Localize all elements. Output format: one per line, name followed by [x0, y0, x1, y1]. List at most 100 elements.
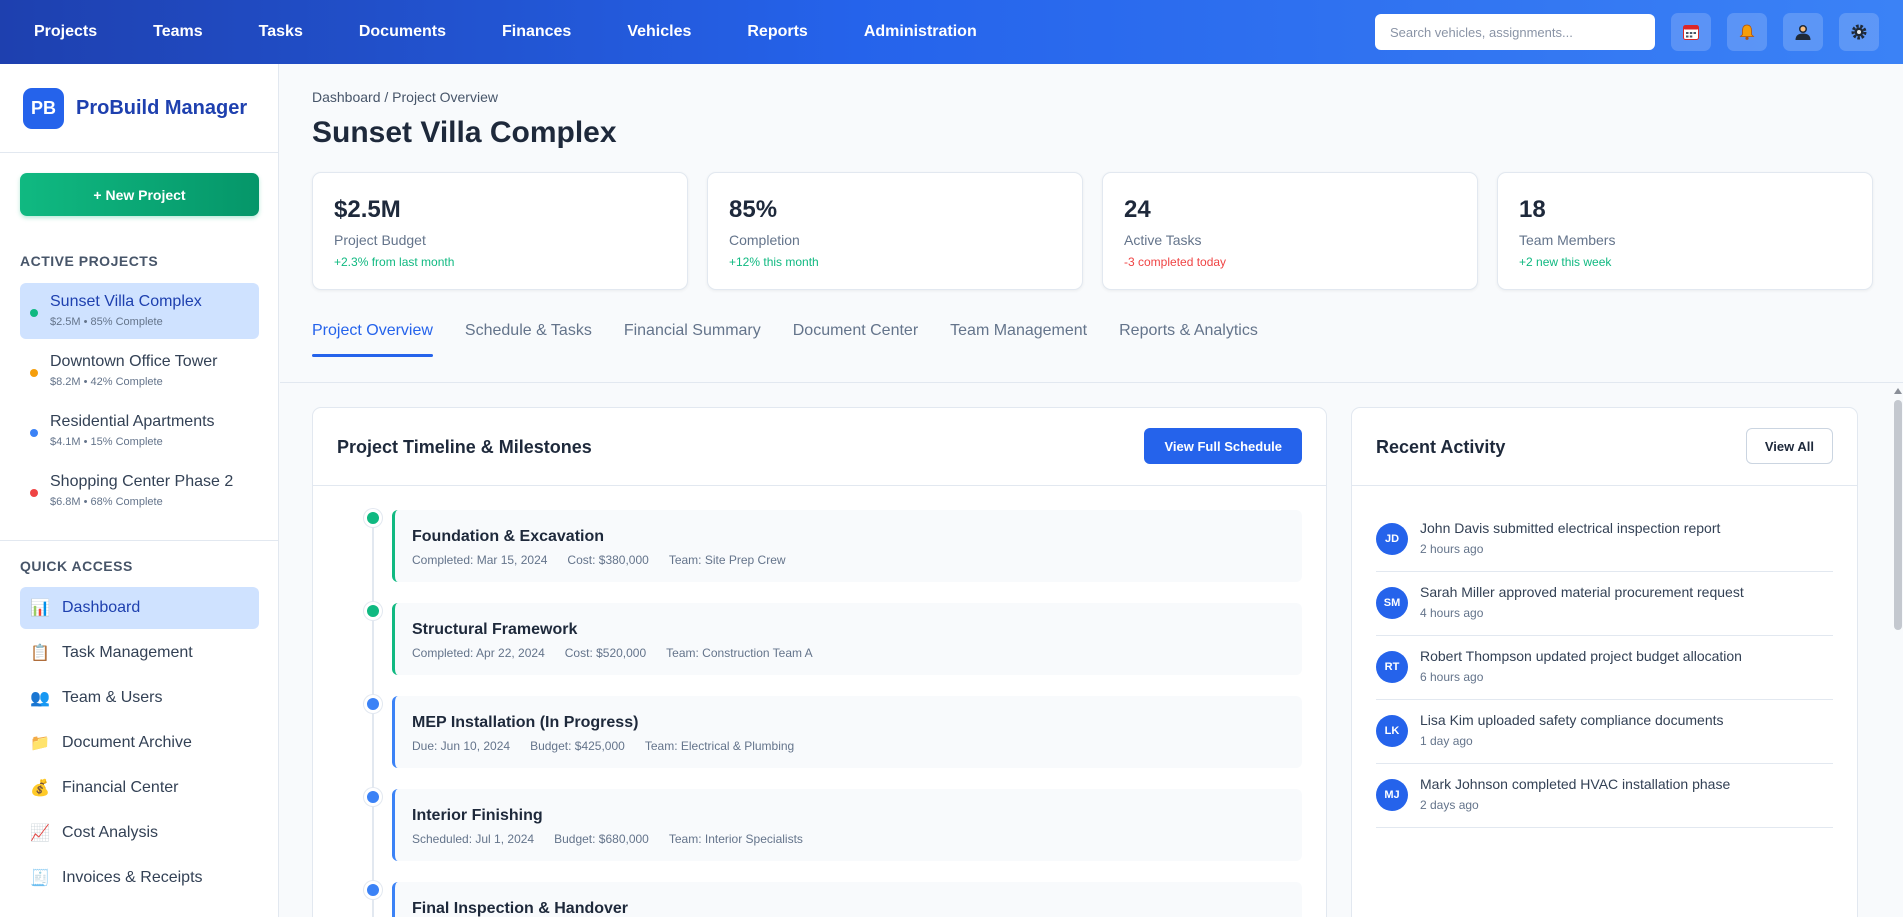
status-dot: [30, 369, 38, 377]
nav-link-finances[interactable]: Finances: [502, 23, 571, 41]
search-input[interactable]: [1375, 14, 1655, 50]
sidebar-item-dashboard[interactable]: 📊 Dashboard: [20, 587, 259, 629]
money-bag-icon: 💰: [30, 780, 50, 797]
project-item-residential-apartments[interactable]: Residential Apartments $4.1M • 15% Compl…: [20, 403, 259, 459]
stat-label: Completion: [729, 232, 800, 248]
breadcrumb[interactable]: Dashboard / Project Overview: [312, 89, 498, 105]
main-content: Dashboard / Project Overview Sunset Vill…: [280, 64, 1903, 917]
stat-value: 85%: [729, 196, 778, 223]
milestone-name: Foundation & Excavation: [412, 528, 605, 545]
nav-link-projects[interactable]: Projects: [34, 23, 97, 41]
sidebar-divider: [0, 540, 279, 541]
milestone-name: Interior Finishing: [412, 807, 543, 824]
activity-item[interactable]: MJ Mark Johnson completed HVAC installat…: [1376, 764, 1833, 828]
activity-time: 6 hours ago: [1420, 670, 1484, 684]
calendar-button[interactable]: [1671, 13, 1711, 51]
sidebar-item-team-users[interactable]: 👥 Team & Users: [20, 677, 259, 719]
user-profile-button[interactable]: [1783, 13, 1823, 51]
trend-chart-icon: 📈: [30, 825, 50, 842]
sidebar: PB ProBuild Manager + New Project ACTIVE…: [0, 64, 279, 917]
people-icon: 👥: [30, 690, 50, 707]
sidebar-item-invoices-receipts[interactable]: 🧾 Invoices & Receipts: [20, 857, 259, 899]
tab-financial-summary[interactable]: Financial Summary: [624, 322, 761, 362]
sidebar-item-cost-analysis[interactable]: 📈 Cost Analysis: [20, 812, 259, 854]
milestone-team: Team: Interior Specialists: [668, 832, 803, 846]
tab-reports-analytics[interactable]: Reports & Analytics: [1119, 322, 1258, 362]
gear-icon: [1851, 24, 1867, 40]
stat-card-team-members: 18 Team Members +2 new this week: [1497, 172, 1873, 290]
status-dot: [30, 309, 38, 317]
milestone-dot: [364, 788, 382, 806]
new-project-button[interactable]: + New Project: [20, 173, 259, 216]
sidebar-item-label: Task Management: [62, 644, 193, 661]
milestone-dot: [364, 509, 382, 527]
sidebar-item-label: Document Archive: [62, 734, 192, 751]
milestone-item[interactable]: Foundation & Excavation Completed: Mar 1…: [392, 510, 1302, 582]
milestone-item[interactable]: Structural Framework Completed: Apr 22, …: [392, 603, 1302, 675]
activity-text: Lisa Kim uploaded safety compliance docu…: [1420, 712, 1724, 728]
brand-name[interactable]: ProBuild Manager: [76, 97, 247, 120]
stat-label: Active Tasks: [1124, 232, 1202, 248]
activity-time: 1 day ago: [1420, 734, 1473, 748]
tab-document-center[interactable]: Document Center: [793, 322, 918, 362]
scroll-up-arrow-icon[interactable]: [1894, 388, 1902, 394]
settings-button[interactable]: [1839, 13, 1879, 51]
quick-access-heading: QUICK ACCESS: [20, 558, 133, 574]
project-item-sunset-villa[interactable]: Sunset Villa Complex $2.5M • 85% Complet…: [20, 283, 259, 339]
activity-item[interactable]: LK Lisa Kim uploaded safety compliance d…: [1376, 700, 1833, 764]
project-item-shopping-center[interactable]: Shopping Center Phase 2 $6.8M • 68% Comp…: [20, 463, 259, 519]
milestone-name: MEP Installation (In Progress): [412, 714, 639, 731]
nav-link-administration[interactable]: Administration: [864, 23, 977, 41]
sidebar-item-label: Financial Center: [62, 779, 179, 796]
activity-item[interactable]: SM Sarah Miller approved material procur…: [1376, 572, 1833, 636]
milestone-cost: Budget: $425,000: [530, 739, 625, 753]
tab-schedule-tasks[interactable]: Schedule & Tasks: [465, 322, 592, 362]
stat-change: +12% this month: [729, 255, 819, 269]
sidebar-item-document-archive[interactable]: 📁 Document Archive: [20, 722, 259, 764]
activity-title: Recent Activity: [1376, 437, 1506, 457]
stat-card-budget: $2.5M Project Budget +2.3% from last mon…: [312, 172, 688, 290]
calendar-icon: [1683, 25, 1699, 40]
view-full-schedule-button[interactable]: View Full Schedule: [1144, 428, 1302, 464]
activity-text: John Davis submitted electrical inspecti…: [1420, 520, 1721, 536]
milestone-meta: Due: Jun 10, 2024 Budget: $425,000 Team:…: [412, 739, 814, 753]
nav-link-reports[interactable]: Reports: [747, 23, 807, 41]
bar-chart-icon: 📊: [30, 600, 50, 617]
nav-link-tasks[interactable]: Tasks: [259, 23, 303, 41]
stat-change: +2.3% from last month: [334, 255, 455, 269]
sidebar-item-financial-center[interactable]: 💰 Financial Center: [20, 767, 259, 809]
main-scrollbar[interactable]: [1892, 386, 1903, 917]
status-dot: [30, 489, 38, 497]
milestone-item[interactable]: Interior Finishing Scheduled: Jul 1, 202…: [392, 789, 1302, 861]
bell-icon: [1739, 24, 1755, 40]
sidebar-item-label: Cost Analysis: [62, 824, 159, 841]
clipboard-icon: 📋: [30, 645, 50, 662]
nav-link-teams[interactable]: Teams: [153, 23, 203, 41]
milestone-item[interactable]: MEP Installation (In Progress) Due: Jun …: [392, 696, 1302, 768]
milestone-meta: Scheduled: Jul 1, 2024 Budget: $680,000 …: [412, 832, 823, 846]
nav-link-documents[interactable]: Documents: [359, 23, 446, 41]
activity-item[interactable]: JD John Davis submitted electrical inspe…: [1376, 508, 1833, 572]
sidebar-item-task-management[interactable]: 📋 Task Management: [20, 632, 259, 674]
tabs-divider: [280, 382, 1903, 383]
activity-item[interactable]: RT Robert Thompson updated project budge…: [1376, 636, 1833, 700]
page-title: Sunset Villa Complex: [312, 116, 617, 149]
top-navbar: Projects Teams Tasks Documents Finances …: [0, 0, 1903, 64]
stat-label: Team Members: [1519, 232, 1616, 248]
scrollbar-thumb[interactable]: [1894, 400, 1902, 630]
timeline-title: Project Timeline & Milestones: [337, 437, 592, 457]
notifications-button[interactable]: [1727, 13, 1767, 51]
view-all-button[interactable]: View All: [1745, 428, 1833, 464]
nav-link-vehicles[interactable]: Vehicles: [627, 23, 691, 41]
project-item-downtown-office[interactable]: Downtown Office Tower $8.2M • 42% Comple…: [20, 343, 259, 399]
brand: PB ProBuild Manager: [0, 64, 278, 153]
avatar: SM: [1376, 587, 1408, 619]
project-meta: $8.2M • 42% Complete: [50, 376, 163, 388]
stat-card-completion: 85% Completion +12% this month: [707, 172, 1083, 290]
tab-team-management[interactable]: Team Management: [950, 322, 1087, 362]
milestone-item[interactable]: Final Inspection & Handover: [392, 882, 1302, 917]
milestone-date: Completed: Apr 22, 2024: [412, 646, 545, 660]
brand-logo[interactable]: PB: [23, 87, 64, 129]
tab-project-overview[interactable]: Project Overview: [312, 322, 433, 362]
top-nav-links: Projects Teams Tasks Documents Finances …: [0, 23, 1033, 41]
